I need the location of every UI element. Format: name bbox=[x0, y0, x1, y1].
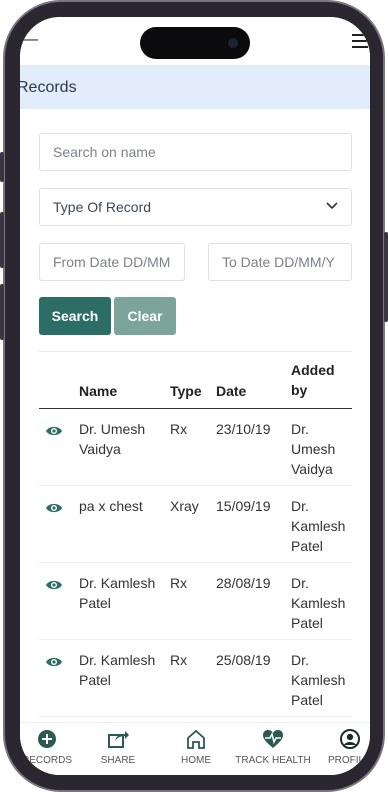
title-bar: Records bbox=[20, 65, 370, 109]
from-date-input[interactable]: From Date DD/MM bbox=[39, 243, 185, 281]
chevron-down-icon bbox=[326, 202, 338, 210]
record-type-select[interactable]: Type Of Record bbox=[39, 188, 352, 226]
cell-added-by: Dr. Kamlesh Patel bbox=[291, 652, 346, 708]
column-header-name[interactable]: Name bbox=[79, 381, 117, 401]
cell-name: pa x chest bbox=[79, 498, 143, 514]
cell-date: 15/09/19 bbox=[216, 498, 271, 514]
table-row[interactable]: Dr. Kamlesh Patel Rx 25/08/19 Dr. Kamles… bbox=[39, 640, 352, 717]
app-screen: — Records Search on name Type Of Record … bbox=[20, 17, 370, 775]
nav-label-track-health: TRACK HEALTH bbox=[235, 755, 311, 766]
cell-name: Dr. Umesh Vaidya bbox=[79, 421, 146, 457]
page-title: Records bbox=[20, 79, 77, 96]
eye-icon[interactable] bbox=[45, 425, 63, 437]
phone-side-button bbox=[0, 212, 4, 268]
cell-date: 23/10/19 bbox=[216, 421, 271, 437]
cell-added-by: Dr. Umesh Vaidya bbox=[291, 421, 336, 477]
nav-label-records: RECORDS bbox=[21, 755, 72, 766]
nav-label-profile: PROFILE bbox=[328, 755, 370, 766]
cell-date: 25/08/19 bbox=[216, 652, 271, 668]
nav-label-home: HOME bbox=[181, 755, 211, 766]
cell-name: Dr. Kamlesh Patel bbox=[79, 575, 156, 611]
nav-item-track-health[interactable]: TRACK HEALTH bbox=[234, 729, 312, 766]
nav-item-profile[interactable]: PROFILE bbox=[326, 729, 370, 766]
camera-icon bbox=[228, 38, 238, 48]
back-arrow-icon[interactable]: — bbox=[22, 32, 38, 48]
heartbeat-icon bbox=[263, 730, 283, 748]
cell-type: Rx bbox=[170, 575, 188, 591]
clear-button[interactable]: Clear bbox=[114, 297, 176, 335]
record-type-value: Type Of Record bbox=[53, 199, 152, 215]
column-header-type[interactable]: Type bbox=[170, 381, 202, 401]
eye-icon[interactable] bbox=[45, 656, 63, 668]
hamburger-menu-icon[interactable] bbox=[352, 34, 368, 48]
phone-power-button bbox=[384, 232, 388, 322]
column-header-date[interactable]: Date bbox=[216, 381, 246, 401]
phone-side-button bbox=[0, 284, 4, 340]
phone-side-button bbox=[0, 152, 4, 182]
plus-circle-icon bbox=[38, 730, 56, 748]
nav-label-share: SHARE bbox=[100, 755, 136, 766]
cell-type: Xray bbox=[170, 498, 199, 514]
dynamic-island bbox=[140, 27, 250, 59]
table-row[interactable]: Dr. Umesh Vaidya Rx 23/10/19 Dr. Umesh V… bbox=[39, 409, 352, 486]
nav-item-home[interactable]: HOME bbox=[168, 729, 224, 766]
search-button[interactable]: Search bbox=[39, 297, 111, 335]
eye-icon[interactable] bbox=[45, 579, 63, 591]
cell-added-by: Dr. Kamlesh Patel bbox=[291, 575, 346, 631]
column-header-added-by[interactable]: Added by bbox=[291, 360, 341, 400]
share-icon bbox=[108, 731, 129, 748]
search-input[interactable]: Search on name bbox=[39, 133, 352, 171]
bottom-nav: RECORDS SHARE HOME TRACK HEALTH PROFILE bbox=[20, 722, 370, 775]
user-circle-icon bbox=[340, 729, 360, 749]
cell-date: 28/08/19 bbox=[216, 575, 271, 591]
cell-type: Rx bbox=[170, 421, 188, 437]
cell-name: Dr. Kamlesh Patel bbox=[79, 652, 156, 688]
table-row[interactable]: pa x chest Xray 15/09/19 Dr. Kamlesh Pat… bbox=[39, 486, 352, 563]
cell-added-by: Dr. Kamlesh Patel bbox=[291, 498, 346, 554]
nav-item-records[interactable]: RECORDS bbox=[20, 729, 82, 766]
nav-item-share[interactable]: SHARE bbox=[90, 729, 146, 766]
home-icon bbox=[187, 729, 205, 749]
to-date-input[interactable]: To Date DD/MM/Y bbox=[208, 243, 352, 281]
cell-type: Rx bbox=[170, 652, 188, 668]
eye-icon[interactable] bbox=[45, 502, 63, 514]
table-row[interactable]: Dr. Kamlesh Patel Rx 28/08/19 Dr. Kamles… bbox=[39, 563, 352, 640]
table-divider bbox=[39, 351, 352, 352]
